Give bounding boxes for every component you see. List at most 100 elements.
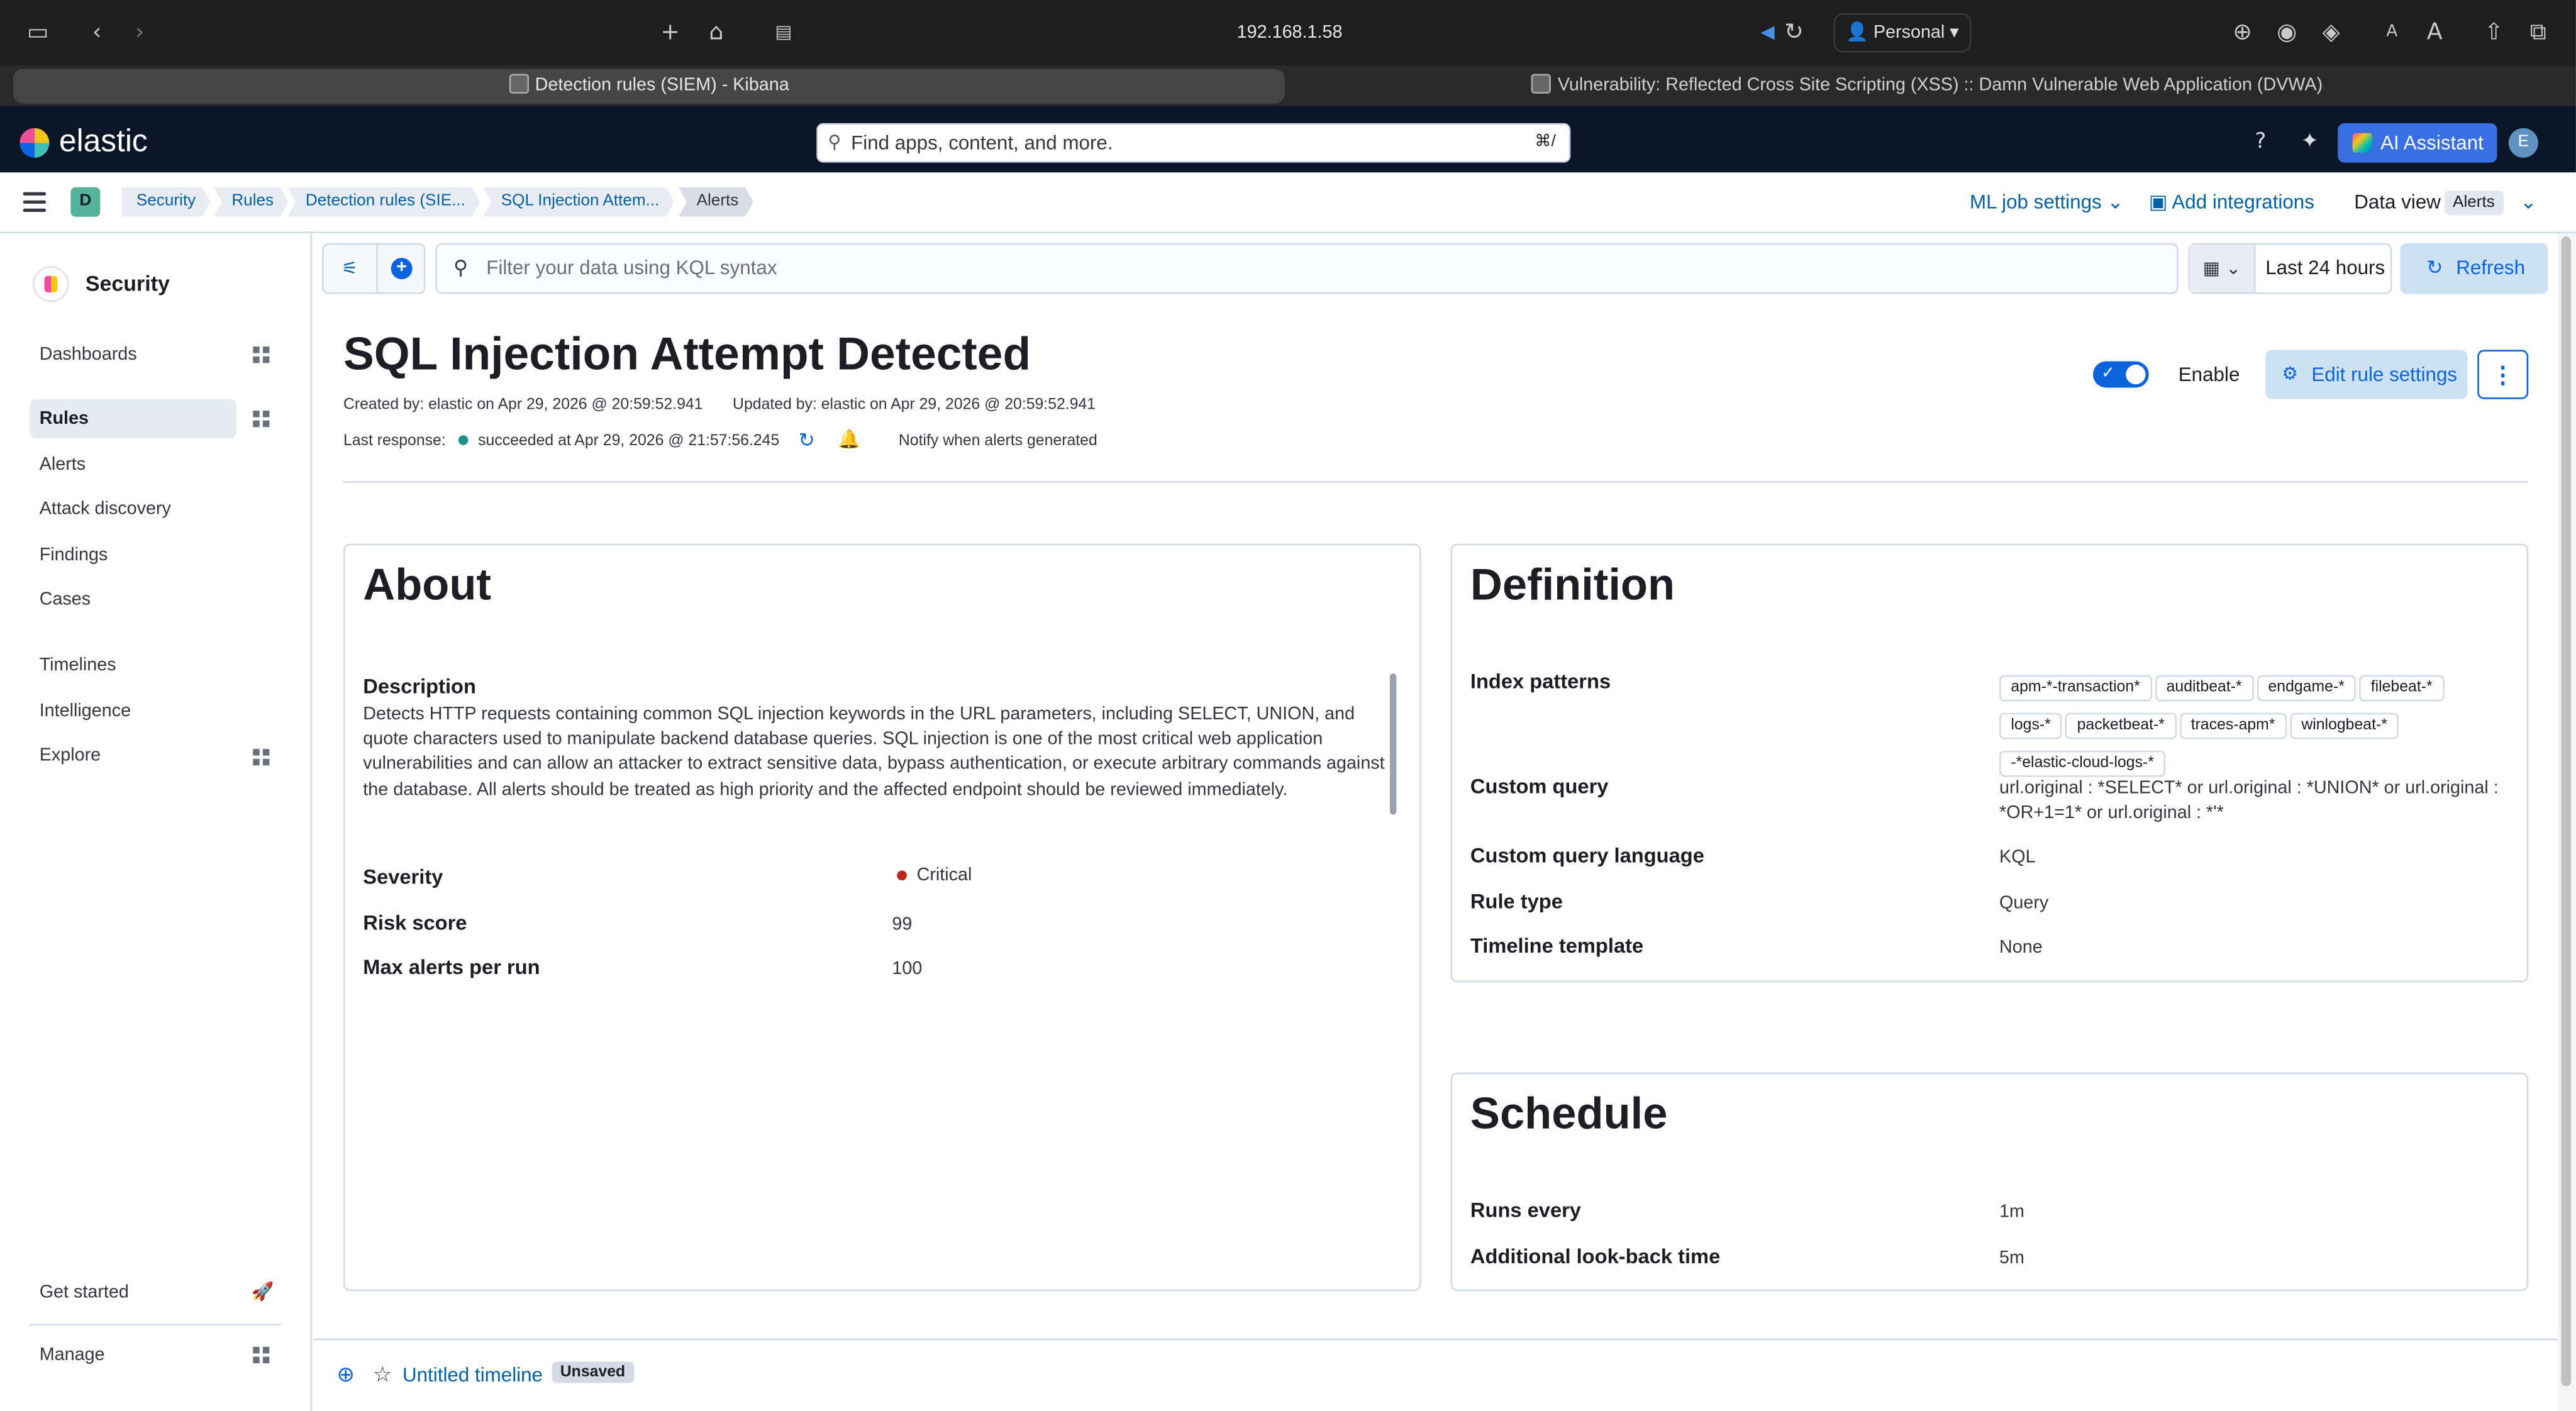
edit-rule-label: Edit rule settings bbox=[2311, 363, 2458, 386]
breadcrumb-rule-name[interactable]: SQL Injection Attem... bbox=[483, 187, 674, 217]
tab-dvwa[interactable]: Vulnerability: Reflected Cross Site Scri… bbox=[1291, 69, 2563, 104]
sidebar-item-attack-discovery[interactable]: Attack discovery bbox=[30, 489, 236, 529]
add-timeline-icon[interactable]: ⊕ bbox=[337, 1363, 355, 1388]
search-placeholder: Find apps, content, and more. bbox=[851, 131, 1113, 155]
sidebar-item-cases[interactable]: Cases bbox=[30, 580, 236, 619]
explore-grid-icon[interactable] bbox=[253, 749, 270, 766]
scrollbar-thumb[interactable] bbox=[2561, 236, 2572, 1386]
index-pattern-badge: endgame-* bbox=[2257, 675, 2357, 702]
add-integrations-button[interactable]: ▣ Add integrations bbox=[2149, 191, 2314, 214]
downloads-icon[interactable]: ⊕ bbox=[2226, 16, 2259, 49]
max-alerts-value: 100 bbox=[892, 959, 923, 979]
sidebar-item-dashboards[interactable]: Dashboards bbox=[30, 335, 236, 375]
dashboards-grid-icon[interactable] bbox=[253, 346, 270, 363]
sidebar-item-manage[interactable]: Manage bbox=[30, 1336, 236, 1375]
date-picker[interactable]: ▦ ⌄ Last 24 hours bbox=[2188, 243, 2392, 294]
index-patterns-label: Index patterns bbox=[1470, 670, 1611, 694]
index-pattern-badge: -*elastic-cloud-logs-* bbox=[1999, 750, 2166, 777]
page-scrollbar[interactable] bbox=[2558, 233, 2576, 1411]
runs-every-label: Runs every bbox=[1470, 1198, 1581, 1222]
news-feed-icon[interactable]: ✦ bbox=[2295, 128, 2324, 158]
description-text: Detects HTTP requests containing common … bbox=[363, 704, 1385, 800]
refresh-icon: ↻ bbox=[2426, 256, 2443, 280]
global-search-input[interactable]: ⚲ Find apps, content, and more. ⌘/ bbox=[816, 123, 1571, 163]
ai-assistant-icon bbox=[2352, 133, 2373, 153]
tab-kibana[interactable]: Detection rules (SIEM) - Kibana bbox=[13, 69, 1285, 104]
dvwa-favicon-icon bbox=[1531, 74, 1552, 94]
filter-menu-icon[interactable]: ⚟ bbox=[341, 258, 358, 279]
kibana-favicon-icon bbox=[508, 74, 529, 94]
sidebar-item-intelligence[interactable]: Intelligence bbox=[30, 692, 236, 731]
tabs-overview-icon[interactable]: ⧉ bbox=[2522, 16, 2555, 49]
rules-grid-icon[interactable] bbox=[253, 411, 270, 428]
bell-icon[interactable]: 🔔 bbox=[838, 429, 860, 450]
breadcrumb-detection-rules[interactable]: Detection rules (SIE... bbox=[287, 187, 480, 217]
sidebar-item-rules[interactable]: Rules bbox=[30, 399, 237, 439]
refresh-button[interactable]: ↻ Refresh bbox=[2400, 243, 2548, 294]
extension-grammarly-icon[interactable]: ◉ bbox=[2270, 16, 2303, 49]
new-tab-icon[interactable]: + bbox=[654, 16, 687, 49]
breadcrumb-rules[interactable]: Rules bbox=[214, 187, 289, 217]
sidebar-item-explore[interactable]: Explore bbox=[30, 736, 236, 775]
description-label: Description bbox=[363, 675, 476, 699]
breadcrumb-alerts: Alerts bbox=[679, 187, 753, 217]
calendar-icon[interactable]: ▦ ⌄ bbox=[2190, 245, 2256, 292]
timeline-name[interactable]: Untitled timeline bbox=[402, 1363, 543, 1386]
more-actions-button[interactable]: ⋮ bbox=[2477, 350, 2529, 399]
index-pattern-badge: winlogbeat-* bbox=[2290, 712, 2399, 739]
divider bbox=[376, 245, 378, 292]
extension-shield-icon[interactable]: ◈ bbox=[2315, 16, 2348, 49]
header-divider bbox=[343, 481, 2529, 483]
search-icon: ⚲ bbox=[453, 256, 468, 280]
sidebar-item-findings[interactable]: Findings bbox=[30, 536, 236, 575]
runs-every-value: 1m bbox=[1999, 1202, 2024, 1222]
about-panel bbox=[343, 543, 1421, 1292]
help-icon[interactable]: ? bbox=[2246, 128, 2275, 158]
manage-grid-icon[interactable] bbox=[253, 1347, 270, 1364]
last-response-status: succeeded at Apr 29, 2026 @ 21:57:56.245 bbox=[478, 432, 780, 450]
created-by: Created by: elastic on Apr 29, 2026 @ 20… bbox=[343, 396, 703, 414]
data-view-chevron-icon[interactable]: ⌄ bbox=[2520, 191, 2536, 214]
reload-icon[interactable]: ↻ bbox=[1777, 16, 1810, 49]
menu-hamburger-icon[interactable] bbox=[23, 192, 47, 212]
sidebar-item-get-started[interactable]: Get started bbox=[30, 1273, 236, 1312]
text-smaller-icon[interactable]: A bbox=[2375, 16, 2408, 49]
sidebar-item-timelines[interactable]: Timelines bbox=[30, 646, 236, 685]
custom-query-label: Custom query bbox=[1470, 775, 1609, 799]
sidebar-toggle-icon[interactable]: ▭ bbox=[21, 16, 54, 49]
enable-toggle[interactable]: ✓ bbox=[2092, 361, 2149, 388]
back-icon[interactable]: ‹ bbox=[80, 16, 113, 49]
query-language-label: Custom query language bbox=[1470, 844, 1704, 868]
ai-assistant-button[interactable]: AI Assistant bbox=[2338, 123, 2497, 163]
ml-job-settings-label: ML job settings bbox=[1970, 191, 2102, 214]
profile-button[interactable]: 👤 Personal ▾ bbox=[1833, 13, 1972, 53]
elastic-logo-text[interactable]: elastic bbox=[59, 125, 148, 161]
add-filter-icon[interactable]: + bbox=[391, 258, 413, 280]
time-range-label[interactable]: Last 24 hours bbox=[2265, 245, 2385, 292]
settings-sliders-icon: ⚙ bbox=[2282, 363, 2299, 385]
ml-job-settings-button[interactable]: ML job settings ⌄ bbox=[1970, 191, 2124, 214]
kql-search-input[interactable]: ⚲ Filter your data using KQL syntax bbox=[435, 243, 2179, 294]
address-bar[interactable]: 192.168.1.58 bbox=[1068, 13, 1511, 53]
user-avatar[interactable]: E bbox=[2508, 128, 2538, 158]
breadcrumb-security[interactable]: Security bbox=[121, 187, 210, 217]
sidebar-item-alerts[interactable]: Alerts bbox=[30, 445, 236, 485]
security-logo-icon bbox=[34, 267, 68, 301]
max-alerts-label: Max alerts per run bbox=[363, 956, 540, 979]
forward-icon[interactable]: › bbox=[123, 16, 156, 49]
favorite-star-icon[interactable]: ☆ bbox=[373, 1363, 392, 1388]
home-icon[interactable]: ⌂ bbox=[700, 16, 733, 49]
description-scrollbar[interactable] bbox=[1389, 673, 1397, 815]
reader-icon[interactable]: ▤ bbox=[767, 16, 800, 49]
edit-rule-settings-button[interactable]: ⚙ Edit rule settings bbox=[2265, 350, 2468, 399]
text-larger-icon[interactable]: A bbox=[2418, 16, 2451, 49]
space-avatar[interactable]: D bbox=[70, 187, 101, 217]
updated-by: Updated by: elastic on Apr 29, 2026 @ 20… bbox=[733, 396, 1096, 414]
share-icon[interactable]: ⇧ bbox=[2477, 16, 2510, 49]
refresh-status-icon[interactable]: ↻ bbox=[799, 429, 815, 452]
elastic-logo-icon[interactable] bbox=[19, 128, 50, 158]
index-pattern-badge: auditbeat-* bbox=[2155, 675, 2253, 702]
data-view-selector[interactable]: Alerts bbox=[2444, 191, 2503, 216]
risk-score-value: 99 bbox=[892, 914, 913, 935]
check-icon: ✓ bbox=[2101, 364, 2115, 383]
